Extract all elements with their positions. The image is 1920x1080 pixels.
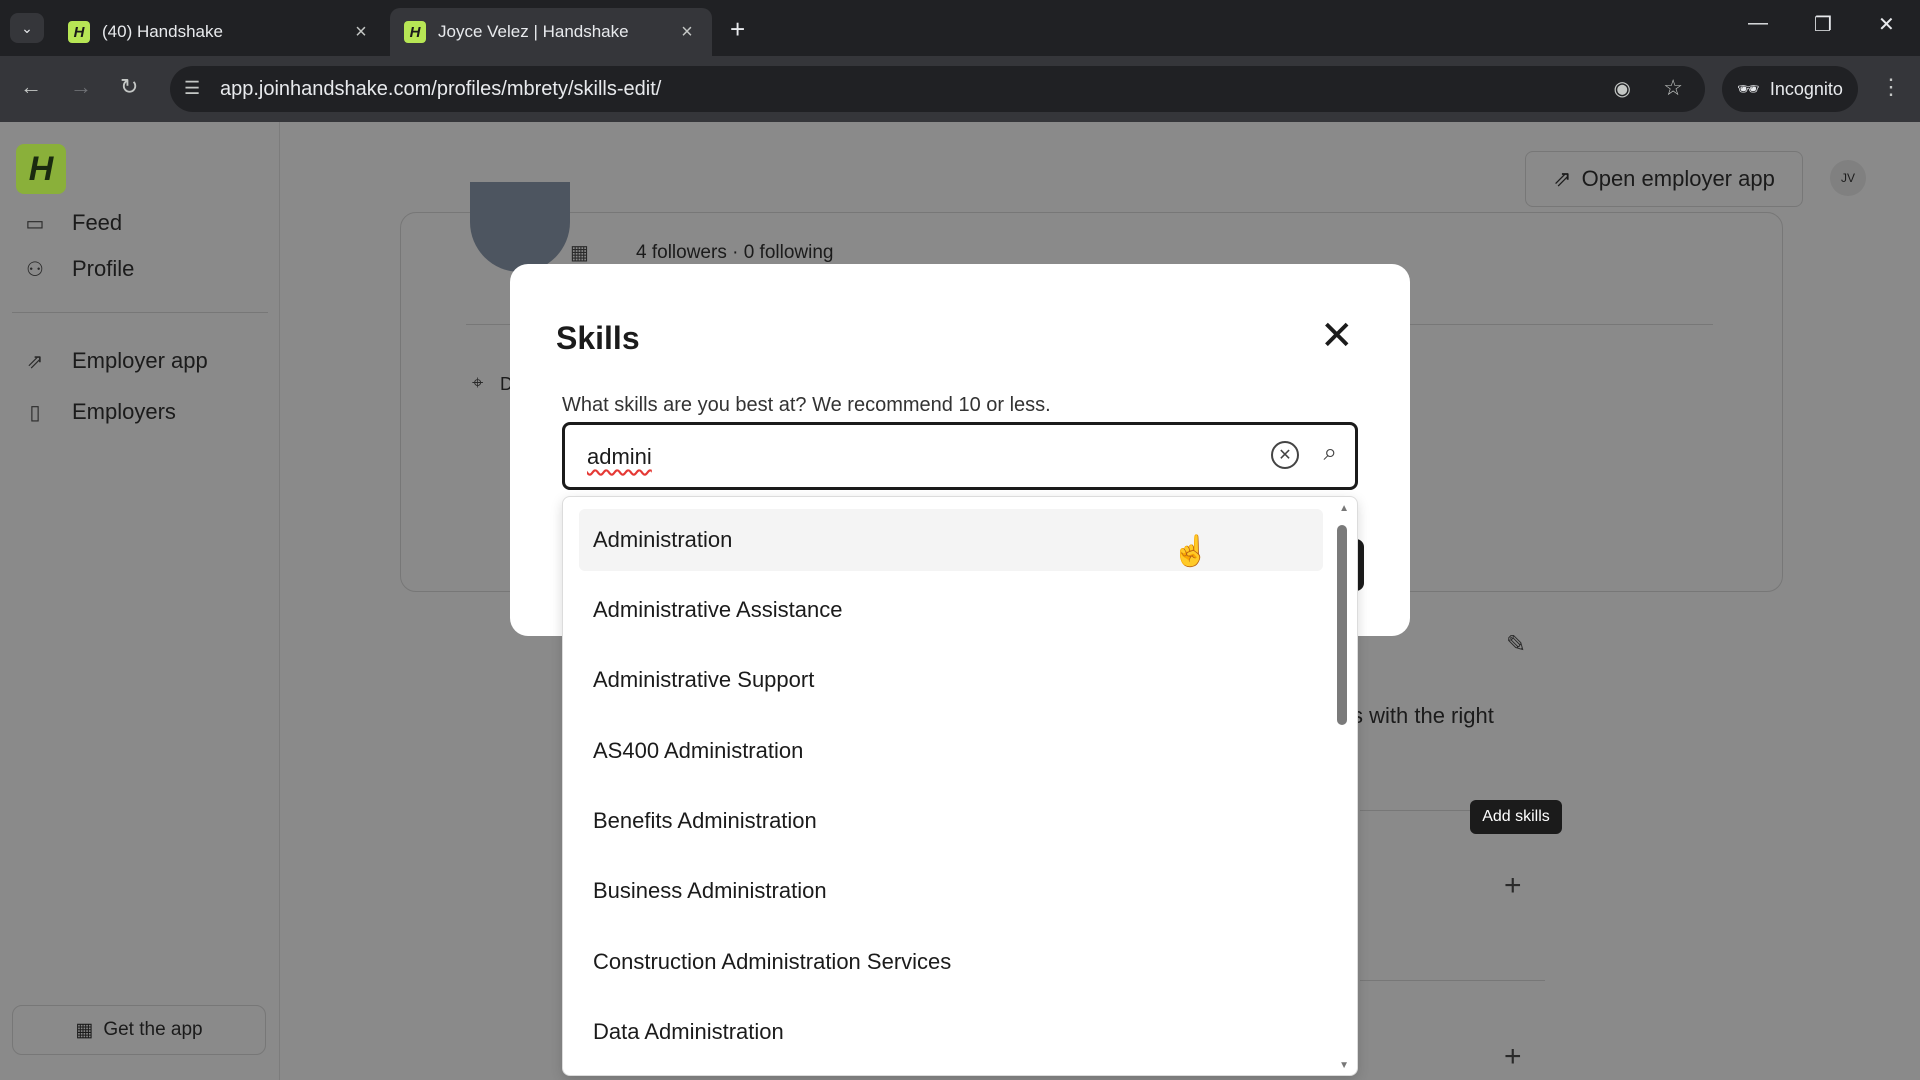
sidebar-item-label: Employer app [72, 348, 208, 373]
add-skills-tooltip: Add skills [1470, 800, 1562, 834]
scroll-down-arrow-icon[interactable]: ▼ [1339, 1060, 1349, 1071]
new-tab-icon[interactable]: + [730, 14, 745, 45]
clear-search-icon[interactable]: ✕ [1271, 441, 1299, 469]
person-icon: ⚇ [26, 258, 44, 281]
scroll-up-arrow-icon[interactable]: ▲ [1339, 503, 1349, 514]
sidebar-item-employer-app[interactable]: ⇗ Employer app [24, 348, 208, 374]
external-link-icon: ⇗ [1553, 166, 1572, 191]
open-employer-app-button[interactable]: ⇗ Open employer app [1525, 151, 1803, 207]
suggestion-option[interactable]: Benefits Administration [579, 790, 1323, 852]
sidebar-item-label: Feed [72, 210, 123, 235]
close-icon[interactable]: ✕ [1320, 316, 1354, 356]
add-icon[interactable]: + [1504, 869, 1522, 903]
suggestion-option[interactable]: Administrative Support [579, 649, 1323, 711]
incognito-label: Incognito [1769, 78, 1843, 99]
location-pin-icon: ⌖ [472, 372, 484, 394]
url-text[interactable]: app.joinhandshake.com/profiles/mbrety/sk… [220, 78, 661, 101]
incognito-indicator[interactable]: 🕶 Incognito [1722, 66, 1858, 112]
feed-icon: ▭ [25, 212, 45, 235]
edit-pencil-icon[interactable]: ✎ [1506, 630, 1526, 659]
building-icon: ▦ [570, 242, 589, 264]
followers-count[interactable]: 4 followers · 0 following [636, 242, 833, 264]
browser-tab-2[interactable]: H Joyce Velez | Handshake × [390, 8, 712, 56]
scrollbar-thumb[interactable] [1337, 525, 1347, 725]
incognito-icon: 🕶 [1737, 78, 1760, 99]
back-icon[interactable]: ← [20, 74, 42, 100]
browser-menu-icon[interactable]: ⋮ [1880, 74, 1902, 100]
search-input-value[interactable]: admini [587, 444, 652, 470]
open-employer-app-label: Open employer app [1581, 166, 1775, 191]
sidebar-item-employers[interactable]: ▯ Employers [24, 399, 176, 425]
minimize-icon[interactable]: — [1748, 12, 1768, 35]
tracking-protection-icon[interactable]: ◉ [1614, 76, 1631, 101]
add-icon[interactable]: + [1504, 1040, 1522, 1074]
omnibox[interactable]: ☰ app.joinhandshake.com/profiles/mbrety/… [170, 66, 1705, 112]
modal-title: Skills [556, 320, 640, 356]
search-icon: ⌕ [1323, 439, 1337, 466]
handshake-logo[interactable]: H [16, 144, 66, 194]
suggestion-option[interactable]: Administrative Assistance [579, 579, 1323, 641]
close-tab-icon[interactable]: × [350, 21, 372, 44]
handshake-favicon: H [404, 21, 426, 43]
qr-code-icon: ▦ [75, 1019, 94, 1041]
external-link-icon: ⇗ [26, 350, 44, 373]
modal-description: What skills are you best at? We recommen… [562, 394, 1051, 416]
suggestion-option[interactable]: Administration [579, 509, 1323, 571]
sidebar-item-label: Profile [72, 256, 135, 281]
close-tab-icon[interactable]: × [676, 21, 698, 44]
address-bar: ← → ↻ ☰ app.joinhandshake.com/profiles/m… [0, 56, 1920, 122]
handshake-favicon: H [68, 21, 90, 43]
suggestion-option[interactable]: Construction Administration Services [579, 931, 1323, 993]
suggestion-option[interactable]: Business Administration [579, 860, 1323, 922]
tab-title: Joyce Velez | Handshake [438, 22, 629, 41]
sidebar: H ▭ Feed ⚇ Profile ⇗ Employer app ▯ Empl… [0, 122, 280, 1080]
skills-suggestions-dropdown: Administration Administrative Assistance… [562, 496, 1358, 1076]
sidebar-item-profile[interactable]: ⚇ Profile [24, 256, 134, 282]
building-badge-icon: ▯ [29, 401, 41, 424]
bookmark-star-icon[interactable]: ☆ [1663, 75, 1683, 101]
sidebar-divider [12, 312, 268, 313]
suggestion-option[interactable]: Data Administration [579, 1001, 1323, 1063]
suggestion-option[interactable]: AS400 Administration [579, 720, 1323, 782]
browser-tab-1[interactable]: H (40) Handshake × [54, 8, 386, 56]
skills-description-text: s with the right [1352, 703, 1494, 728]
get-the-app-button[interactable]: ▦ Get the app [12, 1005, 266, 1055]
reload-icon[interactable]: ↻ [120, 74, 138, 100]
tab-search-button[interactable]: ⌄ [10, 13, 44, 43]
sidebar-item-feed[interactable]: ▭ Feed [24, 210, 123, 236]
forward-icon[interactable]: → [70, 74, 92, 100]
tab-title: (40) Handshake [102, 22, 223, 41]
section-divider [1360, 980, 1545, 981]
browser-tab-bar: ⌄ H (40) Handshake × H Joyce Velez | Han… [0, 0, 1920, 56]
window-close-icon[interactable]: ✕ [1878, 12, 1895, 37]
hand-cursor-icon: ☝ [1172, 535, 1210, 568]
sidebar-item-label: Employers [72, 399, 176, 424]
skills-search-input[interactable]: admini ✕ ⌕ [562, 422, 1358, 490]
restore-icon[interactable]: ❐ [1814, 12, 1832, 37]
site-settings-icon[interactable]: ☰ [184, 78, 200, 99]
avatar[interactable]: JV [1830, 160, 1866, 196]
get-the-app-label: Get the app [103, 1019, 203, 1040]
